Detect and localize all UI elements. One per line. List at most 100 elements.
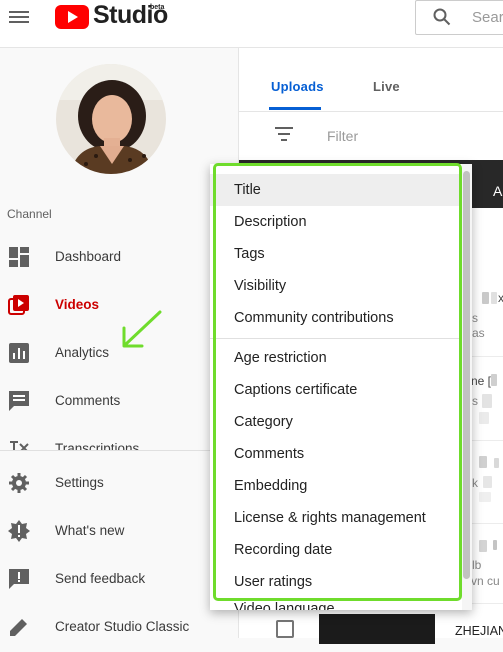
- menu-item-label: Tags: [234, 246, 265, 262]
- search-icon[interactable]: [433, 8, 451, 26]
- blurred-text: [482, 394, 492, 408]
- annotation-arrow-icon: [122, 310, 162, 348]
- sidebar-item-label: Send feedback: [55, 571, 146, 586]
- search-placeholder: Search: [472, 9, 503, 26]
- filter-dropdown-menu: Title Description Tags Visibility Commun…: [210, 164, 472, 610]
- youtube-logo-icon[interactable]: [55, 5, 89, 29]
- video-thumbnail[interactable]: [319, 614, 435, 644]
- filter-icon[interactable]: [275, 127, 293, 141]
- menu-item-description[interactable]: Description: [210, 206, 460, 238]
- menu-item-age-restriction[interactable]: Age restriction: [210, 342, 460, 374]
- menu-item-recording-date[interactable]: Recording date: [210, 534, 460, 566]
- blurred-text: [479, 412, 489, 424]
- blurred-text: [493, 540, 497, 550]
- menu-divider: [210, 338, 460, 339]
- sidebar-item-send-feedback[interactable]: Send feedback: [0, 556, 238, 604]
- sidebar-item-label: Transcriptions: [55, 441, 140, 450]
- row-text-fragment: s: [472, 311, 478, 325]
- menu-icon[interactable]: [9, 9, 29, 25]
- sidebar-item-label: Dashboard: [55, 249, 122, 264]
- blurred-text: [483, 476, 492, 488]
- top-bar: Studio beta Search: [0, 0, 503, 48]
- row-text-fragment: vn cu: [471, 574, 500, 588]
- blurred-text: [479, 540, 487, 552]
- menu-item-label: Category: [234, 414, 293, 430]
- blurred-text: [479, 492, 491, 502]
- blurred-text: [491, 292, 497, 304]
- blurred-text: [482, 292, 489, 304]
- comments-icon: [9, 391, 29, 411]
- blurred-text: [491, 374, 497, 386]
- row-text-fragment: as: [472, 326, 485, 340]
- sidebar-divider: [0, 450, 238, 451]
- blurred-text: [494, 458, 499, 468]
- beta-badge: beta: [150, 4, 165, 11]
- menu-item-label: User ratings: [234, 574, 313, 590]
- menu-item-label: Comments: [234, 446, 305, 462]
- sidebar-item-creator-studio-classic[interactable]: Creator Studio Classic: [0, 604, 238, 652]
- whats-new-icon: [8, 520, 30, 542]
- dropdown-scrollbar-thumb[interactable]: [463, 171, 470, 579]
- sidebar-item-settings[interactable]: Settings: [0, 460, 238, 508]
- transcriptions-icon: [10, 441, 29, 450]
- row-text-fragment: x: [498, 291, 503, 305]
- menu-item-label: Age restriction: [234, 350, 327, 366]
- row-text-fragment: lb: [472, 558, 482, 572]
- sidebar: Channel Dashboard Videos Analytics Comme…: [0, 48, 239, 638]
- menu-item-label: Recording date: [234, 542, 333, 558]
- menu-item-visibility[interactable]: Visibility: [210, 270, 460, 302]
- sidebar-item-label: What's new: [55, 523, 125, 538]
- menu-item-label: Description: [234, 214, 307, 230]
- sidebar-item-label: Analytics: [55, 345, 110, 360]
- analytics-icon: [9, 343, 29, 363]
- sidebar-item-label: Settings: [55, 475, 104, 490]
- menu-item-embedding[interactable]: Embedding: [210, 470, 460, 502]
- filter-input[interactable]: Filter: [327, 128, 358, 144]
- menu-item-title[interactable]: Title: [210, 174, 460, 206]
- menu-item-license-rights[interactable]: License & rights management: [210, 502, 460, 534]
- classic-icon: [10, 619, 27, 636]
- menu-item-user-ratings[interactable]: User ratings: [210, 566, 460, 598]
- gear-icon: [9, 473, 29, 493]
- tab-live[interactable]: Live: [373, 79, 400, 94]
- blurred-text: [479, 456, 487, 468]
- menu-item-category[interactable]: Category: [210, 406, 460, 438]
- menu-item-label: Title: [234, 182, 261, 198]
- row-checkbox[interactable]: [276, 620, 294, 638]
- menu-item-label: Embedding: [234, 478, 308, 494]
- search-input[interactable]: Search: [415, 0, 503, 35]
- row-divider: [469, 603, 503, 604]
- sidebar-item-dashboard[interactable]: Dashboard: [0, 234, 238, 282]
- row-divider: [469, 523, 503, 524]
- sidebar-item-transcriptions[interactable]: Transcriptions: [0, 426, 238, 450]
- sidebar-item-label: Creator Studio Classic: [55, 619, 190, 634]
- channel-section-label: Channel: [7, 207, 52, 221]
- menu-item-label: License & rights management: [234, 510, 426, 526]
- tabs-divider: [239, 111, 503, 112]
- row-divider: [469, 440, 503, 441]
- video-title[interactable]: ZHEJIANG: [455, 624, 503, 638]
- row-text-fragment: ne [: [471, 374, 492, 388]
- row-text-fragment: s: [472, 394, 478, 408]
- menu-item-captions-certificate[interactable]: Captions certificate: [210, 374, 460, 406]
- column-header[interactable]: A: [493, 183, 502, 199]
- menu-item-label: Captions certificate: [234, 382, 358, 398]
- menu-item-comments[interactable]: Comments: [210, 438, 460, 470]
- videos-icon: [8, 295, 29, 315]
- row-text-fragment: k: [472, 476, 478, 490]
- sidebar-item-whats-new[interactable]: What's new: [0, 508, 238, 556]
- menu-item-community-contributions[interactable]: Community contributions: [210, 302, 460, 334]
- sidebar-item-label: Comments: [55, 393, 121, 408]
- menu-item-label: Community contributions: [234, 310, 394, 326]
- row-divider: [469, 356, 503, 357]
- menu-item-tags[interactable]: Tags: [210, 238, 460, 270]
- sidebar-item-label: Videos: [55, 297, 100, 312]
- tab-uploads[interactable]: Uploads: [271, 79, 324, 94]
- channel-avatar[interactable]: [56, 64, 166, 174]
- sidebar-item-comments[interactable]: Comments: [0, 378, 238, 426]
- menu-item-video-language[interactable]: Video language: [234, 601, 335, 610]
- menu-item-label: Visibility: [234, 278, 287, 294]
- feedback-icon: [9, 569, 29, 589]
- dashboard-icon: [9, 247, 29, 267]
- active-tab-indicator: [269, 107, 321, 110]
